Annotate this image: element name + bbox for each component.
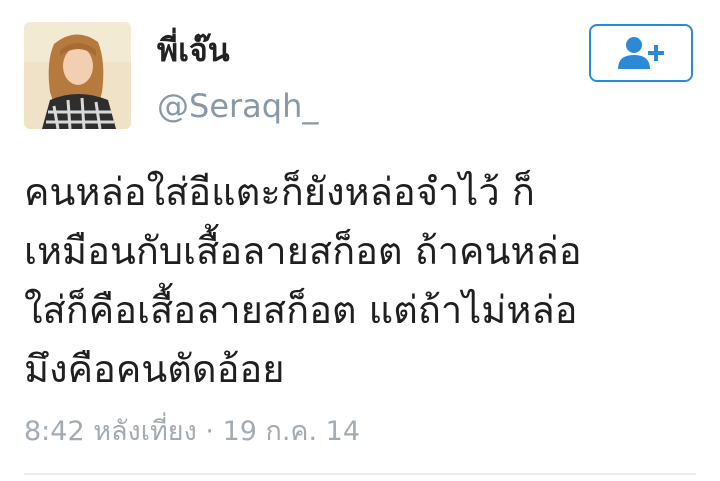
- tweet-card: พี่เจ๊น @Seraqh_ คนหล่อใส่อีแตะก็ยังหล่อ…: [0, 0, 720, 481]
- user-handle[interactable]: @Seraqh_: [157, 86, 318, 126]
- display-name[interactable]: พี่เจ๊น: [157, 30, 230, 70]
- tweet-date: 19 ก.ค. 14: [222, 416, 361, 447]
- tweet-text-line: คนหล่อใส่อีแตะก็ยังหล่อจำไว้ ก็: [24, 170, 535, 214]
- follow-button[interactable]: [589, 24, 693, 82]
- avatar-photo: [24, 22, 131, 129]
- tweet-time: 8:42 หลังเที่ยง: [24, 416, 197, 447]
- tweet-text-line: เหมือนกับเสื้อลายสก็อต ถ้าคนหล่อ: [24, 229, 582, 273]
- tweet-text-line: มึงคือคนตัดอ้อย: [24, 347, 285, 391]
- tweet-timestamp[interactable]: 8:42 หลังเที่ยง · 19 ก.ค. 14: [24, 414, 360, 450]
- tweet-text: คนหล่อใส่อีแตะก็ยังหล่อจำไว้ ก็ เหมือนกั…: [24, 163, 696, 399]
- tweet-text-line: ใส่ก็คือเสื้อลายสก็อต แต่ถ้าไม่หล่อ: [24, 288, 578, 332]
- avatar[interactable]: [24, 22, 131, 129]
- divider: [24, 473, 696, 475]
- meta-separator: ·: [205, 416, 214, 447]
- add-user-icon: [618, 37, 664, 69]
